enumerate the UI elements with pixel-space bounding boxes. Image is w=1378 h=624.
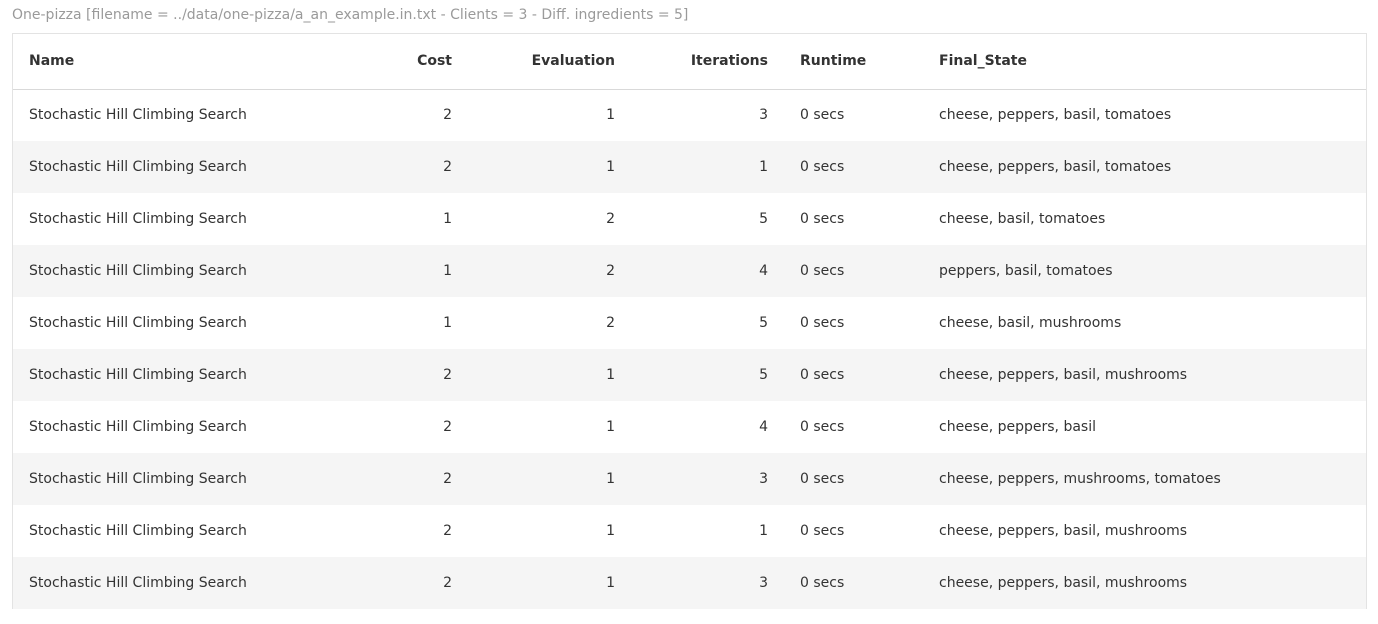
cell-iterations: 5 bbox=[759, 211, 768, 227]
cell-name: Stochastic Hill Climbing Search bbox=[29, 367, 247, 383]
results-table-container: Name Cost Evaluation Iterations Runtime … bbox=[12, 33, 1367, 609]
cell-runtime: 0 secs bbox=[800, 263, 845, 279]
results-table: Name Cost Evaluation Iterations Runtime … bbox=[13, 34, 1366, 609]
table-caption: One-pizza [filename = ../data/one-pizza/… bbox=[12, 7, 689, 23]
cell-evaluation: 2 bbox=[606, 211, 615, 227]
column-header-runtime: Runtime bbox=[784, 34, 923, 90]
cell-runtime: 0 secs bbox=[800, 159, 845, 175]
table-row: Stochastic Hill Climbing Search 2 1 3 0 … bbox=[13, 453, 1366, 505]
cell-final-state: cheese, basil, mushrooms bbox=[939, 315, 1122, 331]
cell-cost: 1 bbox=[443, 211, 452, 227]
cell-final-state: cheese, peppers, basil bbox=[939, 419, 1096, 435]
cell-name: Stochastic Hill Climbing Search bbox=[29, 263, 247, 279]
cell-runtime: 0 secs bbox=[800, 523, 845, 539]
cell-cost: 2 bbox=[443, 367, 452, 383]
table-row: Stochastic Hill Climbing Search 1 2 4 0 … bbox=[13, 245, 1366, 297]
cell-runtime: 0 secs bbox=[800, 315, 845, 331]
cell-final-state: cheese, peppers, mushrooms, tomatoes bbox=[939, 471, 1221, 487]
cell-cost: 2 bbox=[443, 159, 452, 175]
cell-evaluation: 2 bbox=[606, 315, 615, 331]
cell-runtime: 0 secs bbox=[800, 211, 845, 227]
table-row: Stochastic Hill Climbing Search 1 2 5 0 … bbox=[13, 297, 1366, 349]
cell-final-state: cheese, peppers, basil, mushrooms bbox=[939, 367, 1188, 383]
table-row: Stochastic Hill Climbing Search 1 2 5 0 … bbox=[13, 193, 1366, 245]
cell-name: Stochastic Hill Climbing Search bbox=[29, 575, 247, 591]
cell-final-state: cheese, peppers, basil, mushrooms bbox=[939, 575, 1188, 591]
column-header-evaluation: Evaluation bbox=[468, 34, 631, 90]
table-row: Stochastic Hill Climbing Search 2 1 3 0 … bbox=[13, 557, 1366, 609]
cell-iterations: 1 bbox=[759, 523, 768, 539]
cell-iterations: 5 bbox=[759, 315, 768, 331]
column-header-name: Name bbox=[13, 34, 376, 90]
cell-evaluation: 1 bbox=[606, 419, 615, 435]
cell-runtime: 0 secs bbox=[800, 107, 845, 124]
header-row: Name Cost Evaluation Iterations Runtime … bbox=[13, 34, 1366, 90]
cell-iterations: 3 bbox=[759, 471, 768, 487]
cell-runtime: 0 secs bbox=[800, 419, 845, 435]
cell-name: Stochastic Hill Climbing Search bbox=[29, 315, 247, 331]
cell-evaluation: 1 bbox=[606, 471, 615, 487]
cell-evaluation: 1 bbox=[606, 159, 615, 175]
column-header-final-state: Final_State bbox=[923, 34, 1366, 90]
cell-evaluation: 1 bbox=[606, 107, 615, 124]
cell-final-state: peppers, basil, tomatoes bbox=[939, 263, 1113, 279]
cell-evaluation: 1 bbox=[606, 575, 615, 591]
cell-final-state: cheese, peppers, basil, tomatoes bbox=[939, 107, 1172, 124]
cell-cost: 2 bbox=[443, 107, 452, 124]
table-body: Stochastic Hill Climbing Search 2 1 3 0 … bbox=[13, 89, 1366, 609]
cell-name: Stochastic Hill Climbing Search bbox=[29, 159, 247, 175]
table-row: Stochastic Hill Climbing Search 2 1 4 0 … bbox=[13, 401, 1366, 453]
column-header-cost: Cost bbox=[376, 34, 468, 90]
cell-name: Stochastic Hill Climbing Search bbox=[29, 107, 247, 124]
cell-cost: 2 bbox=[443, 523, 452, 539]
page: One-pizza [filename = ../data/one-pizza/… bbox=[0, 0, 1378, 624]
cell-name: Stochastic Hill Climbing Search bbox=[29, 471, 247, 487]
table-header: Name Cost Evaluation Iterations Runtime … bbox=[13, 34, 1366, 90]
cell-cost: 1 bbox=[443, 315, 452, 331]
cell-iterations: 1 bbox=[759, 159, 768, 175]
cell-evaluation: 1 bbox=[606, 523, 615, 539]
cell-iterations: 3 bbox=[759, 107, 768, 124]
cell-cost: 1 bbox=[443, 263, 452, 279]
cell-evaluation: 1 bbox=[606, 367, 615, 383]
cell-runtime: 0 secs bbox=[800, 367, 845, 383]
cell-iterations: 3 bbox=[759, 575, 768, 591]
cell-cost: 2 bbox=[443, 471, 452, 487]
cell-final-state: cheese, peppers, basil, mushrooms bbox=[939, 523, 1188, 539]
cell-final-state: cheese, peppers, basil, tomatoes bbox=[939, 159, 1172, 175]
cell-runtime: 0 secs bbox=[800, 471, 845, 487]
cell-evaluation: 2 bbox=[606, 263, 615, 279]
cell-cost: 2 bbox=[443, 419, 452, 435]
table-row: Stochastic Hill Climbing Search 2 1 1 0 … bbox=[13, 141, 1366, 193]
cell-name: Stochastic Hill Climbing Search bbox=[29, 523, 247, 539]
cell-name: Stochastic Hill Climbing Search bbox=[29, 419, 247, 435]
cell-iterations: 4 bbox=[759, 263, 768, 279]
cell-iterations: 4 bbox=[759, 419, 768, 435]
column-header-iterations: Iterations bbox=[631, 34, 784, 90]
cell-iterations: 5 bbox=[759, 367, 768, 383]
cell-final-state: cheese, basil, tomatoes bbox=[939, 211, 1106, 227]
cell-cost: 2 bbox=[443, 575, 452, 591]
cell-name: Stochastic Hill Climbing Search bbox=[29, 211, 247, 227]
table-row: Stochastic Hill Climbing Search 2 1 3 0 … bbox=[13, 89, 1366, 141]
table-row: Stochastic Hill Climbing Search 2 1 5 0 … bbox=[13, 349, 1366, 401]
table-row: Stochastic Hill Climbing Search 2 1 1 0 … bbox=[13, 505, 1366, 557]
cell-runtime: 0 secs bbox=[800, 575, 845, 591]
